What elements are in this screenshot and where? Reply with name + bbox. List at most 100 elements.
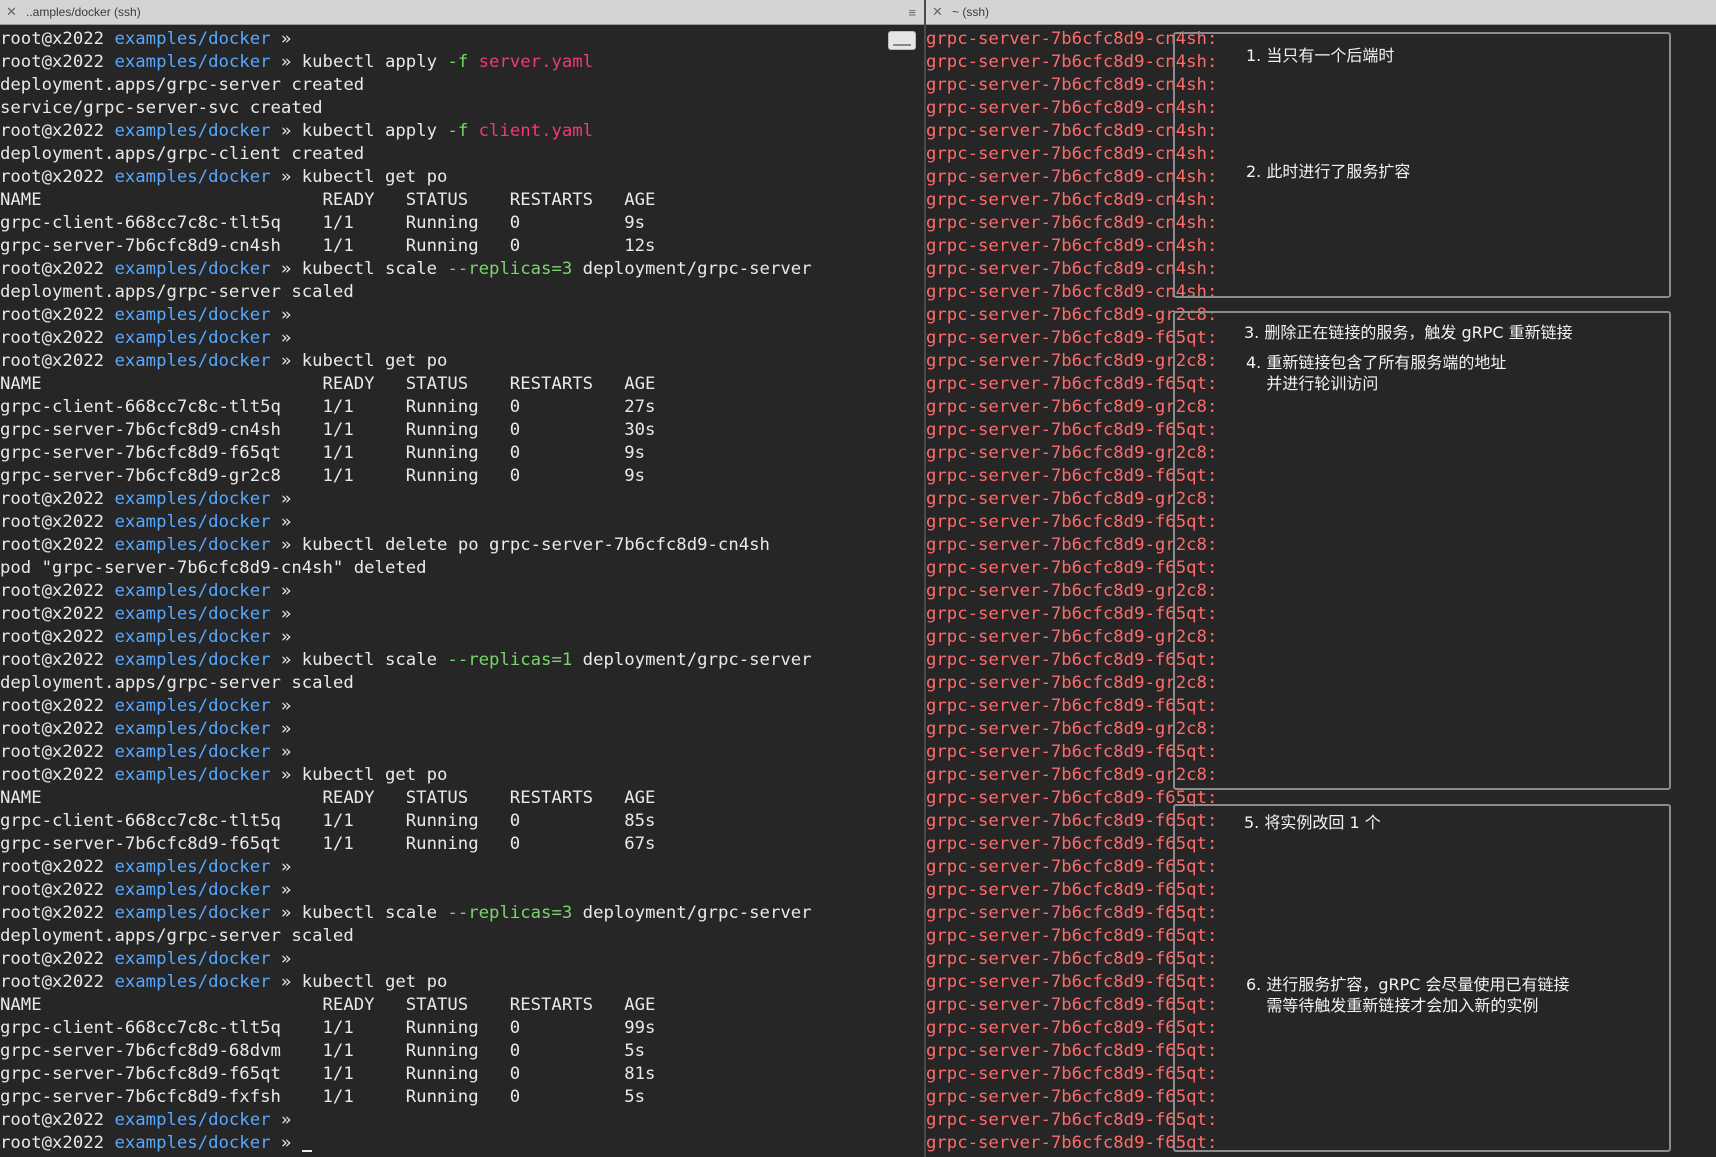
prompt-directory: examples/docker	[114, 351, 271, 371]
log-prefix: grpc-server-7b6cfc8d9-	[926, 558, 1155, 578]
prompt-line: root@x2022 examples/docker » kubectl get…	[0, 764, 924, 787]
prompt-arrow: »	[270, 650, 302, 670]
prompt-arrow: »	[270, 1110, 302, 1130]
menu-icon[interactable]: ≡	[908, 5, 916, 20]
prompt-arrow: »	[270, 535, 302, 555]
left-terminal-output[interactable]: root@x2022 examples/docker » root@x2022 …	[0, 25, 924, 1155]
prompt-directory: examples/docker	[114, 328, 271, 348]
annotation-3: 3. 删除正在链接的服务，触发 gRPC 重新链接	[1244, 323, 1573, 342]
prompt-line: root@x2022 examples/docker » kubectl get…	[0, 166, 924, 189]
right-tab-title[interactable]: ~ (ssh)	[952, 5, 989, 19]
prompt-directory: examples/docker	[114, 305, 271, 325]
log-prefix: grpc-server-7b6cfc8d9-	[926, 305, 1155, 325]
prompt-arrow: »	[270, 696, 302, 716]
command-text	[468, 52, 478, 72]
output-line: grpc-server-7b6cfc8d9-68dvm 1/1 Running …	[0, 1041, 646, 1061]
log-prefix: grpc-server-7b6cfc8d9-	[926, 742, 1155, 762]
command-text: kubectl get po	[301, 167, 448, 187]
log-prefix: grpc-server-7b6cfc8d9-	[926, 374, 1155, 394]
prompt-line: root@x2022 examples/docker » kubectl sca…	[0, 902, 924, 925]
prompt-directory: examples/docker	[114, 489, 271, 509]
log-prefix: grpc-server-7b6cfc8d9-	[926, 190, 1155, 210]
prompt-user: root@x2022	[0, 742, 105, 762]
log-prefix: grpc-server-7b6cfc8d9-	[926, 52, 1155, 72]
annotation-5: 5. 将实例改回 1 个	[1244, 813, 1381, 832]
prompt-line: root@x2022 examples/docker »	[0, 626, 924, 649]
prompt-arrow: »	[270, 167, 302, 187]
prompt-user: root@x2022	[0, 52, 105, 72]
prompt-user: root@x2022	[0, 949, 105, 969]
prompt-arrow: »	[270, 857, 302, 877]
prompt-line: root@x2022 examples/docker »	[0, 741, 924, 764]
prompt-directory: examples/docker	[114, 742, 271, 762]
log-prefix: grpc-server-7b6cfc8d9-	[926, 1064, 1155, 1084]
log-prefix: grpc-server-7b6cfc8d9-	[926, 650, 1155, 670]
prompt-arrow: »	[270, 121, 302, 141]
prompt-arrow: »	[270, 604, 302, 624]
command-text	[468, 121, 478, 141]
log-prefix: grpc-server-7b6cfc8d9-	[926, 466, 1155, 486]
prompt-directory: examples/docker	[114, 972, 271, 992]
log-prefix: grpc-server-7b6cfc8d9-	[926, 535, 1155, 555]
prompt-line: root@x2022 examples/docker »	[0, 603, 924, 626]
log-prefix: grpc-server-7b6cfc8d9-	[926, 351, 1155, 371]
command-flag: -f	[447, 52, 469, 72]
prompt-line: root@x2022 examples/docker »	[0, 879, 924, 902]
prompt-arrow: »	[270, 351, 302, 371]
prompt-arrow: »	[270, 52, 302, 72]
output-line: grpc-server-7b6cfc8d9-cn4sh 1/1 Running …	[0, 236, 656, 256]
prompt-line: root@x2022 examples/docker » kubectl sca…	[0, 258, 924, 281]
output-line: deployment.apps/grpc-server scaled	[0, 926, 354, 946]
output-line: grpc-client-668cc7c8c-tlt5q 1/1 Running …	[0, 1018, 656, 1038]
command-text: deployment/grpc-server	[572, 650, 812, 670]
prompt-arrow: »	[270, 305, 302, 325]
log-prefix: grpc-server-7b6cfc8d9-	[926, 788, 1155, 808]
log-prefix: grpc-server-7b6cfc8d9-	[926, 696, 1155, 716]
log-prefix: grpc-server-7b6cfc8d9-	[926, 673, 1155, 693]
output-line: deployment.apps/grpc-server scaled	[0, 282, 354, 302]
command-text: deployment/grpc-server	[572, 903, 812, 923]
output-line: NAME READY STATUS RESTARTS AGE	[0, 788, 656, 808]
output-line: grpc-client-668cc7c8c-tlt5q 1/1 Running …	[0, 213, 646, 233]
prompt-user: root@x2022	[0, 719, 105, 739]
prompt-user: root@x2022	[0, 489, 105, 509]
prompt-user: root@x2022	[0, 857, 105, 877]
log-prefix: grpc-server-7b6cfc8d9-	[926, 420, 1155, 440]
log-prefix: grpc-server-7b6cfc8d9-	[926, 1110, 1155, 1130]
prompt-directory: examples/docker	[114, 512, 271, 532]
prompt-directory: examples/docker	[114, 857, 271, 877]
log-prefix: grpc-server-7b6cfc8d9-	[926, 282, 1155, 302]
log-prefix: grpc-server-7b6cfc8d9-	[926, 581, 1155, 601]
output-line: grpc-server-7b6cfc8d9-fxfsh 1/1 Running …	[0, 1087, 646, 1107]
annotation-6: 6. 进行服务扩容，gRPC 会尽量使用已有链接 需等待触发重新链接才会加入新的…	[1246, 975, 1570, 1015]
command-text: kubectl scale	[301, 903, 448, 923]
output-line: deployment.apps/grpc-client created	[0, 144, 365, 164]
log-prefix: grpc-server-7b6cfc8d9-	[926, 98, 1155, 118]
log-prefix: grpc-server-7b6cfc8d9-	[926, 121, 1155, 141]
text-cursor	[301, 1134, 312, 1152]
right-tab-bar: ✕ ~ (ssh)	[926, 0, 1716, 25]
prompt-arrow: »	[270, 259, 302, 279]
log-prefix: grpc-server-7b6cfc8d9-	[926, 144, 1155, 164]
prompt-user: root@x2022	[0, 29, 105, 49]
prompt-user: root@x2022	[0, 259, 105, 279]
annotation-4: 4. 重新链接包含了所有服务端的地址 并进行轮训访问	[1246, 353, 1507, 393]
left-tab-close-icon[interactable]: ✕	[6, 4, 22, 20]
right-terminal-pane[interactable]: ✕ ~ (ssh) grpc-server-7b6cfc8d9-cn4sh: gr…	[926, 0, 1716, 1157]
log-prefix: grpc-server-7b6cfc8d9-	[926, 926, 1155, 946]
left-terminal-pane[interactable]: ✕ ..amples/docker (ssh) ≡ root@x2022 exa…	[0, 0, 924, 1157]
left-tab-title[interactable]: ..amples/docker (ssh)	[26, 5, 141, 19]
output-line: deployment.apps/grpc-server created	[0, 75, 365, 95]
log-prefix: grpc-server-7b6cfc8d9-	[926, 443, 1155, 463]
prompt-arrow: »	[270, 29, 302, 49]
prompt-directory: examples/docker	[114, 1133, 271, 1153]
log-prefix: grpc-server-7b6cfc8d9-	[926, 1133, 1155, 1153]
command-flag: --replicas=3	[447, 903, 573, 923]
prompt-directory: examples/docker	[114, 880, 271, 900]
log-prefix: grpc-server-7b6cfc8d9-	[926, 1018, 1155, 1038]
right-tab-close-icon[interactable]: ✕	[932, 4, 948, 20]
left-tab-bar: ✕ ..amples/docker (ssh) ≡	[0, 0, 924, 25]
prompt-arrow: »	[270, 949, 302, 969]
prompt-directory: examples/docker	[114, 121, 271, 141]
output-line: NAME READY STATUS RESTARTS AGE	[0, 374, 656, 394]
